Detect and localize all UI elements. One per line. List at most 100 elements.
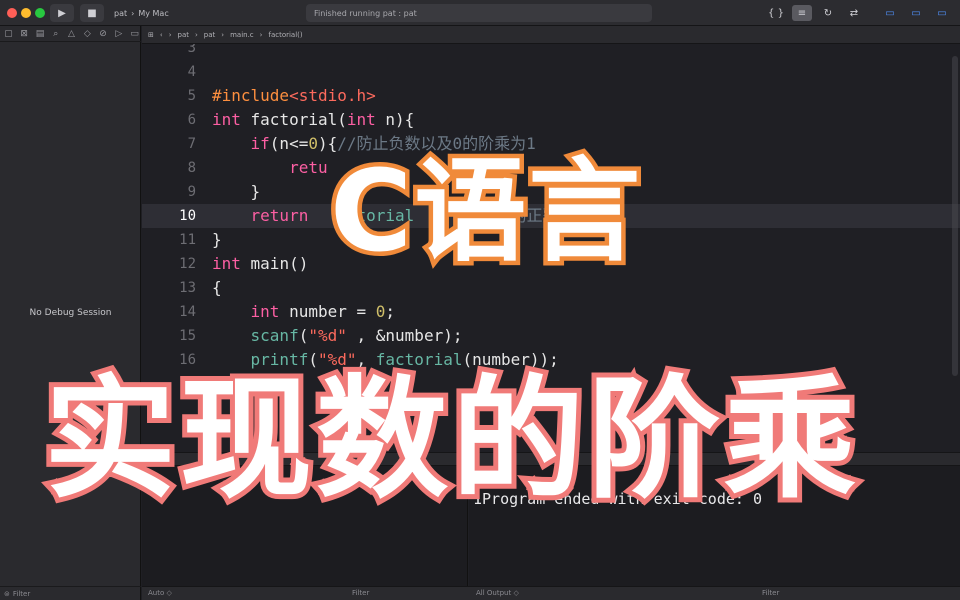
code-line[interactable]: 6 int factorial(int n){ bbox=[142, 108, 960, 132]
code-line[interactable]: 15 scanf("%d" , &number); bbox=[142, 324, 960, 348]
grid-icon[interactable]: ⊞ bbox=[148, 31, 154, 39]
window-toolbar: ▶ ■ pat › My Mac Finished running pat : … bbox=[0, 0, 960, 26]
line-number: 15 bbox=[179, 328, 196, 344]
report-icon[interactable]: ▭ bbox=[128, 29, 141, 39]
auto-variables-selector[interactable]: Auto ◇ bbox=[148, 589, 172, 597]
line-number: 3 bbox=[187, 44, 196, 56]
issue-icon[interactable]: △ bbox=[65, 29, 78, 39]
find-icon[interactable]: ⌕ bbox=[49, 29, 62, 39]
breadcrumb-symbol[interactable]: factorial() bbox=[268, 31, 302, 39]
line-number: 9 bbox=[187, 184, 196, 200]
run-button[interactable]: ▶ bbox=[50, 4, 74, 22]
code-text: int main() bbox=[212, 252, 308, 276]
code-token: ( bbox=[298, 326, 309, 345]
swap-icon[interactable]: ⇄ bbox=[844, 5, 864, 21]
jump-bar: ⊞ ‹ › pat › pat › main.c › factorial() bbox=[142, 26, 960, 44]
refresh-icon[interactable]: ↻ bbox=[818, 5, 838, 21]
zoom-window-button[interactable] bbox=[35, 8, 45, 18]
bottom-panel-icon[interactable]: ▭ bbox=[906, 5, 926, 21]
code-text: scanf("%d" , &number); bbox=[212, 324, 463, 348]
line-number: 5 bbox=[187, 88, 196, 104]
line-number: 11 bbox=[179, 232, 196, 248]
library-icon[interactable]: ≡ bbox=[792, 5, 812, 21]
code-token: int bbox=[250, 302, 280, 321]
line-number: 8 bbox=[187, 160, 196, 176]
code-token: (n<= bbox=[269, 134, 309, 153]
code-token: main() bbox=[240, 254, 309, 273]
code-token: n){ bbox=[375, 110, 415, 129]
chevron-right-icon: › bbox=[221, 30, 225, 39]
debug-icon[interactable]: ⊘ bbox=[97, 29, 110, 39]
test-icon[interactable]: ◇ bbox=[81, 29, 94, 39]
code-token: int bbox=[212, 254, 241, 273]
forward-icon[interactable]: › bbox=[169, 31, 172, 39]
right-panel-icon[interactable]: ▭ bbox=[932, 5, 952, 21]
line-number: 6 bbox=[187, 112, 196, 128]
symbol-icon[interactable]: ▤ bbox=[34, 29, 47, 39]
activity-status-bar: Finished running pat : pat bbox=[306, 4, 652, 22]
output-selector[interactable]: All Output ◇ bbox=[476, 589, 519, 597]
code-text: retu bbox=[212, 156, 328, 180]
code-text: int factorial(int n){ bbox=[212, 108, 414, 132]
console-filter-field[interactable]: Filter bbox=[762, 589, 779, 597]
filter-field[interactable]: Filter bbox=[13, 590, 30, 598]
code-text: } bbox=[212, 180, 261, 204]
chevron-right-icon: › bbox=[194, 30, 198, 39]
filter-icon: ⊜ bbox=[4, 589, 10, 598]
overlay-subtitle: 实现数的阶乘 bbox=[39, 363, 861, 517]
close-window-button[interactable] bbox=[7, 8, 17, 18]
code-token: } bbox=[212, 182, 261, 201]
code-token: retu bbox=[289, 158, 328, 177]
back-icon[interactable]: ‹ bbox=[160, 31, 163, 39]
code-text: int number = 0; bbox=[212, 300, 396, 324]
no-debug-session-label: No Debug Session bbox=[29, 308, 112, 318]
brackets-icon[interactable]: { } bbox=[766, 5, 786, 21]
line-number: 12 bbox=[179, 256, 196, 272]
code-token: int bbox=[212, 110, 241, 129]
code-token: } bbox=[212, 230, 222, 249]
code-text: { bbox=[212, 276, 222, 300]
activity-status-text: Finished running pat : pat bbox=[314, 8, 417, 18]
stop-button[interactable]: ■ bbox=[80, 4, 104, 22]
line-number: 14 bbox=[179, 304, 196, 320]
code-token: int bbox=[346, 110, 376, 129]
minimize-window-button[interactable] bbox=[21, 8, 31, 18]
line-number: 4 bbox=[187, 64, 196, 80]
play-icon: ▶ bbox=[58, 7, 66, 19]
breadcrumb-file[interactable]: main.c bbox=[230, 31, 254, 39]
left-panel-icon[interactable]: ▭ bbox=[880, 5, 900, 21]
code-line[interactable]: 13 { bbox=[142, 276, 960, 300]
line-number: 13 bbox=[179, 280, 196, 296]
code-token: ; bbox=[385, 302, 396, 321]
navigator-tabs: ▢ ⊠ ▤ ⌕ △ ◇ ⊘ ▷ ▭ bbox=[0, 26, 141, 42]
debug-bottom-bar: Auto ◇ Filter All Output ◇ Filter bbox=[142, 586, 960, 600]
scheme-device-label: My Mac bbox=[138, 8, 169, 18]
breadcrumb-folder[interactable]: pat bbox=[204, 31, 215, 39]
code-token: 0 bbox=[375, 302, 386, 321]
variables-filter-field[interactable]: Filter bbox=[352, 589, 369, 597]
code-line[interactable]: 5 #include<stdio.h> bbox=[142, 84, 960, 108]
code-token: "%d" bbox=[308, 326, 347, 345]
navigator-filter[interactable]: ⊜ Filter bbox=[0, 586, 141, 600]
code-token: factorial( bbox=[240, 110, 347, 129]
code-line[interactable]: 14 int number = 0; bbox=[142, 300, 960, 324]
scheme-target-label: pat bbox=[114, 8, 128, 18]
code-token: , &number); bbox=[346, 326, 463, 345]
code-line[interactable]: 4 bbox=[142, 60, 960, 84]
source-control-icon[interactable]: ⊠ bbox=[18, 29, 31, 39]
code-token: return bbox=[250, 206, 309, 225]
code-token: scanf bbox=[250, 326, 299, 345]
scheme-selector[interactable]: pat › My Mac bbox=[114, 5, 169, 21]
code-token: if bbox=[250, 134, 270, 153]
code-token: number = bbox=[279, 302, 376, 321]
breadcrumb-project[interactable]: pat bbox=[178, 31, 189, 39]
breakpoint-icon[interactable]: ▷ bbox=[112, 29, 125, 39]
line-number: 10 bbox=[179, 208, 196, 224]
stop-icon: ■ bbox=[87, 7, 97, 19]
code-line[interactable]: 3 bbox=[142, 44, 960, 60]
overlay-title: C语言 bbox=[325, 147, 644, 277]
folder-icon[interactable]: ▢ bbox=[2, 29, 15, 39]
